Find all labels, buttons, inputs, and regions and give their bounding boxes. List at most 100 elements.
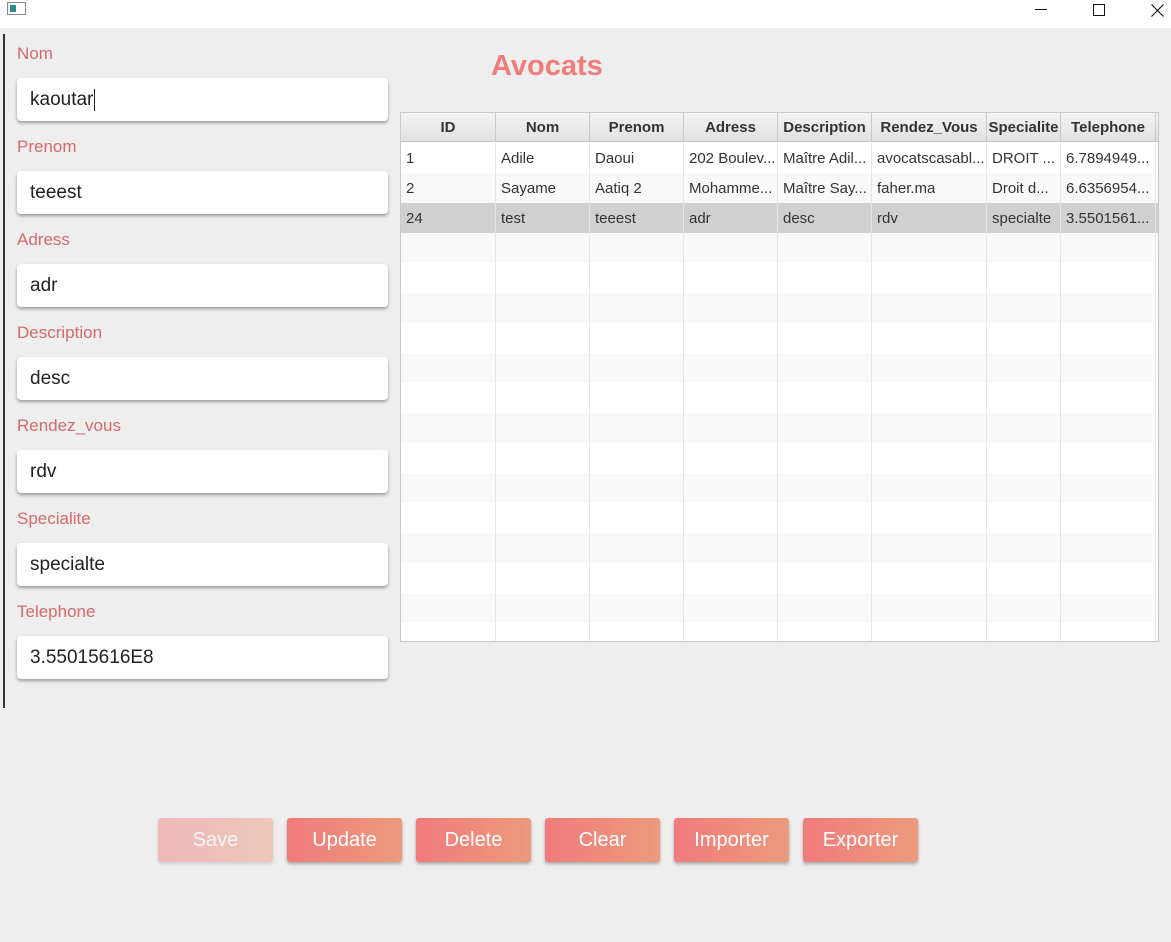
form-panel-border [3, 34, 5, 708]
prenom-input[interactable]: teeest [17, 171, 388, 214]
table-cell [872, 563, 987, 593]
column-header-specialite[interactable]: Specialite [987, 113, 1061, 142]
table-cell [684, 353, 778, 383]
table-cell [684, 443, 778, 473]
text-caret [94, 88, 96, 111]
column-header-adress[interactable]: Adress [684, 113, 778, 142]
table-cell: adr [684, 203, 778, 233]
empty-table-row [401, 293, 1158, 323]
table-cell [987, 593, 1061, 623]
table-cell [778, 353, 872, 383]
description-value: desc [30, 367, 71, 389]
table-cell [778, 323, 872, 353]
exporter-button[interactable]: Exporter [803, 818, 918, 862]
table-cell [778, 563, 872, 593]
table-cell: 3.5501561... [1061, 203, 1156, 233]
table-cell-text: 6.6356954... [1066, 179, 1150, 197]
table-cell: Maître Say... [778, 173, 872, 203]
table-cell-text: rdv [877, 209, 898, 227]
table-cell [778, 233, 872, 263]
telephone-input[interactable]: 3.55015616E8 [17, 636, 388, 679]
table-cell [778, 413, 872, 443]
table-cell [590, 623, 684, 641]
table-cell [496, 383, 590, 413]
table-cell [1061, 233, 1156, 263]
table-cell [1061, 533, 1156, 563]
empty-table-row [401, 323, 1158, 353]
maximize-icon[interactable] [1076, 0, 1122, 20]
nom-value: kaoutar [30, 88, 94, 110]
table-cell [684, 623, 778, 641]
table-cell [590, 323, 684, 353]
table-cell: Sayame [496, 173, 590, 203]
table-row[interactable]: 1 Adile Daoui 202 Boulev... Maître Adil... av… [401, 143, 1158, 173]
table-cell [496, 473, 590, 503]
table-cell [401, 473, 496, 503]
table-cell-text: 3.5501561... [1066, 209, 1150, 227]
table-cell [401, 323, 496, 353]
table-row[interactable]: 24 test teeest adr desc rdv specialte 3.5501561… [401, 203, 1158, 233]
table-cell [496, 293, 590, 323]
telephone-label: Telephone [17, 602, 96, 621]
table-cell-text: desc [783, 209, 815, 227]
table-cell [872, 623, 987, 641]
empty-table-row [401, 503, 1158, 533]
nom-input[interactable]: kaoutar [17, 78, 388, 121]
save-button[interactable]: Save [158, 818, 273, 862]
table-cell-text: 6.7894949... [1066, 149, 1150, 167]
delete-button[interactable]: Delete [416, 818, 531, 862]
table-cell [496, 593, 590, 623]
table-cell [1061, 443, 1156, 473]
table-cell [987, 503, 1061, 533]
column-header-id[interactable]: ID [401, 113, 496, 142]
adress-input[interactable]: adr [17, 264, 388, 307]
table-cell-text: Aatiq 2 [595, 179, 642, 197]
importer-button[interactable]: Importer [674, 818, 789, 862]
column-header-nom[interactable]: Nom [496, 113, 590, 142]
table-cell [401, 533, 496, 563]
description-input[interactable]: desc [17, 357, 388, 400]
table-cell-text: specialte [992, 209, 1052, 227]
table-cell [684, 503, 778, 533]
rendez-vous-input[interactable]: rdv [17, 450, 388, 493]
table-cell-text: 1 [406, 149, 415, 167]
column-header-description[interactable]: Description [778, 113, 872, 142]
table-cell [684, 293, 778, 323]
column-header-prenom[interactable]: Prenom [590, 113, 684, 142]
description-label: Description [17, 323, 103, 342]
table-cell [590, 593, 684, 623]
table-cell [401, 593, 496, 623]
column-header-rendez-vous[interactable]: Rendez_Vous [872, 113, 987, 142]
update-button[interactable]: Update [287, 818, 402, 862]
table-cell: DROIT ... [987, 143, 1061, 173]
app-window-icon [7, 2, 26, 15]
table-cell [590, 413, 684, 443]
column-header-telephone[interactable]: Telephone [1061, 113, 1156, 142]
table-cell [684, 533, 778, 563]
table-cell [987, 563, 1061, 593]
empty-table-row [401, 473, 1158, 503]
minimize-icon[interactable] [1018, 0, 1064, 20]
rendez-vous-value: rdv [30, 460, 57, 482]
table-cell: 202 Boulev... [684, 143, 778, 173]
table-cell [401, 563, 496, 593]
table-cell [778, 593, 872, 623]
close-icon[interactable] [1134, 0, 1171, 20]
avocats-table[interactable]: ID Nom Prenom Adress Description Rendez_… [400, 112, 1159, 642]
empty-table-row [401, 593, 1158, 623]
table-cell [590, 293, 684, 323]
clear-button[interactable]: Clear [545, 818, 660, 862]
table-cell-text: teeest [595, 209, 636, 227]
specialite-input[interactable]: specialte [17, 543, 388, 586]
table-cell: 2 [401, 173, 496, 203]
specialite-label: Specialite [17, 509, 91, 528]
table-cell [590, 383, 684, 413]
empty-table-row [401, 563, 1158, 593]
table-row[interactable]: 2 Sayame Aatiq 2 Mohamme... Maître Say... fah… [401, 173, 1158, 203]
table-cell [590, 533, 684, 563]
table-cell: rdv [872, 203, 987, 233]
table-cell [401, 623, 496, 641]
empty-table-row [401, 263, 1158, 293]
table-cell [684, 383, 778, 413]
table-cell [401, 503, 496, 533]
